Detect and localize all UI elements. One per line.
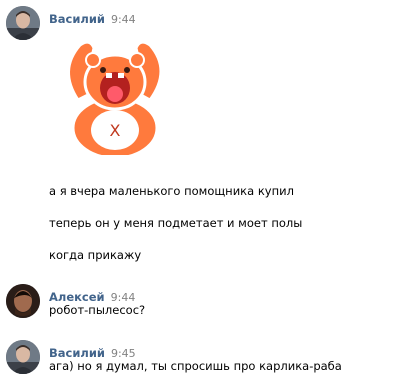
message-text: а я вчера маленького помощника купил: [49, 184, 294, 198]
message-text: теперь он у меня подметает и моет полы: [49, 216, 303, 230]
svg-text:X: X: [110, 121, 121, 140]
message-text: ага) но я думал, ты спросишь про карлика…: [49, 359, 342, 373]
author-name[interactable]: Алексей: [49, 290, 105, 304]
message-text: робот-пылесос?: [49, 303, 146, 317]
message-time[interactable]: 9:44: [111, 13, 136, 26]
author-name[interactable]: Василий: [49, 346, 105, 360]
avatar-vasily[interactable]: [6, 340, 40, 374]
message-text: когда прикажу: [49, 248, 142, 262]
author-name[interactable]: Василий: [49, 12, 105, 26]
orange-bear-sticker: X: [50, 30, 180, 160]
avatar-vasily[interactable]: [6, 6, 40, 40]
avatar-alexey[interactable]: [6, 284, 40, 318]
